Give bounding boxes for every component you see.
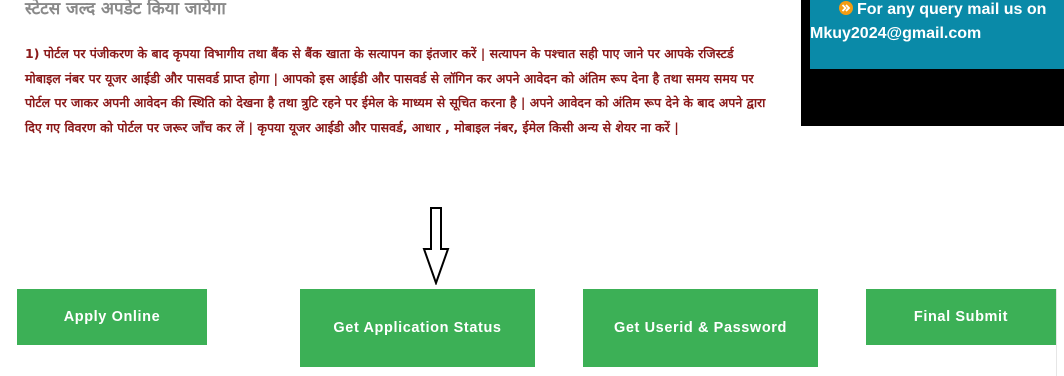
get-userid-password-button[interactable]: Get Userid & Password [583,289,818,367]
divider [1056,289,1057,376]
final-submit-button[interactable]: Final Submit [866,289,1056,345]
double-chevron-right-icon [839,1,853,15]
apply-online-button[interactable]: Apply Online [17,289,207,345]
query-line: For any query mail us on [833,0,1064,22]
down-arrow-icon [422,207,450,285]
query-panel: For any query mail us on Mkuy2024@gmail.… [801,0,1064,126]
query-email[interactable]: Mkuy2024@gmail.com [810,22,1064,46]
get-application-status-button[interactable]: Get Application Status [300,289,535,367]
status-heading: स्टेटस जल्द अपडेट किया जायेगा [25,0,226,19]
query-box: For any query mail us on Mkuy2024@gmail.… [810,0,1064,69]
instructions-text: 1) पोर्टल पर पंजीकरण के बाद कृपया विभागी… [25,46,766,135]
page: स्टेटस जल्द अपडेट किया जायेगा 1) पोर्टल … [0,0,1064,376]
query-text: For any query mail us on [857,1,1047,18]
